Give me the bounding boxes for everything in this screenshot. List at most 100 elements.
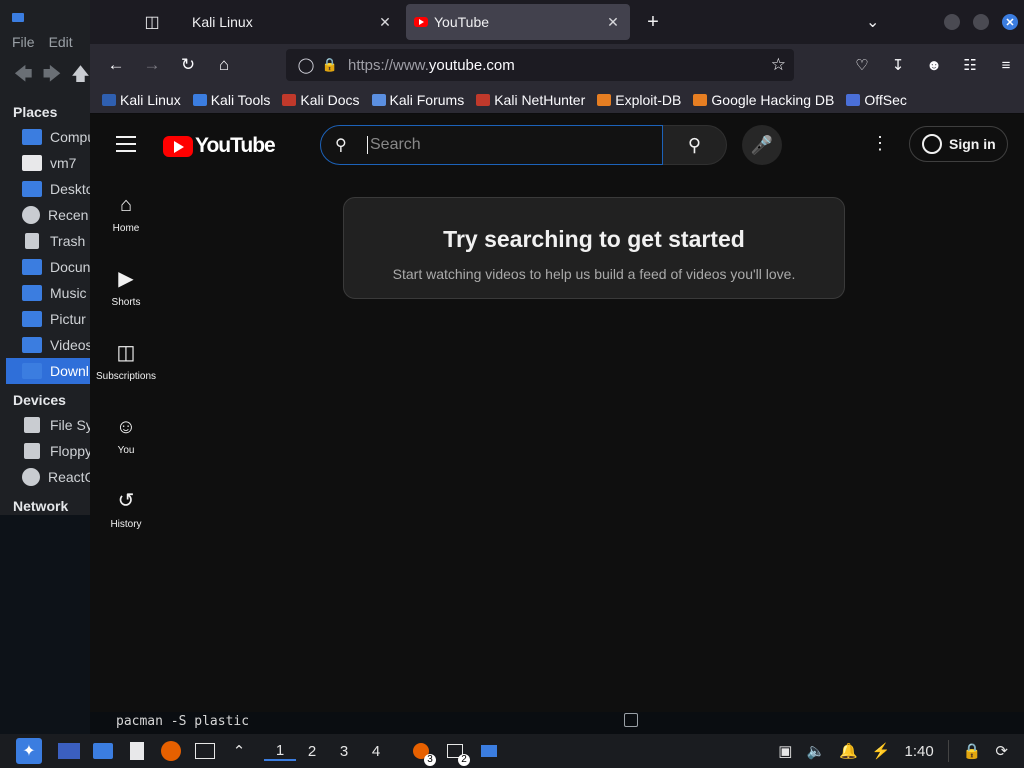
computer-icon — [22, 129, 42, 145]
lock-icon[interactable]: 🔒 — [320, 57, 340, 73]
place-trash[interactable]: Trash — [0, 228, 95, 254]
home-icon[interactable]: ⌂ — [206, 49, 242, 81]
downloads-icon[interactable]: ↧ — [880, 49, 916, 81]
guide-item-shorts[interactable]: ▶ Shorts — [94, 249, 158, 323]
volume-icon[interactable]: 🔈 — [806, 742, 825, 760]
forward-icon[interactable]: → — [134, 49, 170, 81]
firefox-windows-icon[interactable]: 3 — [406, 736, 436, 766]
bookmark-kali-nethunter[interactable]: Kali NetHunter — [476, 92, 585, 108]
workspace-4[interactable]: 4 — [360, 743, 392, 760]
show-desktop-icon[interactable] — [54, 736, 84, 766]
bookmark-kali-tools[interactable]: Kali Tools — [192, 92, 270, 108]
youtube-logo[interactable]: YouTube — [163, 134, 276, 158]
place-desktop[interactable]: Deskto — [0, 176, 95, 202]
devices-header: Devices — [13, 392, 66, 408]
bookmark-exploit-db[interactable]: Exploit-DB — [597, 92, 681, 108]
chevron-up-icon[interactable]: ⌃ — [224, 736, 254, 766]
notifications-bell-icon[interactable]: 🔔 — [839, 742, 858, 760]
place-documents[interactable]: Docun — [0, 254, 95, 280]
bookmark-offsec[interactable]: OffSec — [846, 92, 907, 108]
device-floppy[interactable]: Floppy — [0, 438, 95, 464]
workspace-3[interactable]: 3 — [328, 743, 360, 760]
place-videos[interactable]: Videos — [0, 332, 95, 358]
guide-item-history[interactable]: ↺ History — [94, 471, 158, 545]
offsec-icon — [846, 93, 861, 106]
new-tab-icon[interactable]: + — [638, 7, 668, 37]
history-icon: ↺ — [117, 490, 135, 512]
device-filesystem[interactable]: File Sy — [0, 412, 95, 438]
terminal-windows-icon[interactable]: 2 — [440, 736, 470, 766]
folder-icon — [22, 155, 42, 171]
place-vm7[interactable]: vm7 — [0, 150, 95, 176]
back-arrow-icon[interactable]: 🡄 — [14, 62, 33, 92]
menu-hamburger-icon[interactable]: ≡ — [988, 49, 1024, 81]
kali-tools-icon — [192, 93, 207, 106]
logout-icon[interactable]: ⟳ — [995, 742, 1008, 760]
tab-youtube[interactable]: YouTube ✕ — [406, 4, 630, 40]
place-computer[interactable]: Compu — [0, 124, 95, 150]
recent-icon — [22, 206, 40, 224]
place-pictures[interactable]: Pictur — [0, 306, 95, 332]
clock[interactable]: 1:40 — [905, 743, 934, 760]
pocket-icon[interactable]: ♡ — [844, 49, 880, 81]
system-tray: ▣ 🔈 🔔 ⚡ 1:40 🔒 ⟳ — [778, 734, 1024, 768]
up-arrow-icon[interactable]: 🡅 — [71, 62, 90, 92]
guide-menu-icon[interactable] — [116, 136, 136, 152]
back-icon[interactable]: ← — [98, 49, 134, 81]
google-hacking-db-icon — [693, 93, 708, 106]
forward-arrow-icon[interactable]: 🡆 — [43, 62, 62, 92]
kali-menu-icon[interactable]: ✦ — [16, 738, 42, 764]
minimize-button[interactable] — [944, 14, 960, 30]
bookmark-kali-linux[interactable]: Kali Linux — [102, 92, 181, 108]
file-manager-icon[interactable] — [88, 736, 118, 766]
place-music[interactable]: Music — [0, 280, 95, 306]
account-icon[interactable]: ☻ — [916, 49, 952, 81]
voice-search-button[interactable]: 🎤 — [742, 125, 782, 165]
device-reactos[interactable]: ReactO — [0, 464, 95, 490]
guide-item-subscriptions[interactable]: ◫ Subscriptions — [94, 323, 158, 397]
tab-kali-linux[interactable]: Kali Linux ✕ — [178, 4, 402, 40]
place-downloads[interactable]: Downl — [6, 358, 95, 384]
list-all-tabs-icon[interactable]: ◫ — [130, 0, 174, 44]
place-recent[interactable]: Recen — [0, 202, 95, 228]
bookmark-kali-forums[interactable]: Kali Forums — [371, 92, 464, 108]
bookmark-kali-docs[interactable]: Kali Docs — [282, 92, 360, 108]
text-editor-icon[interactable] — [122, 736, 152, 766]
bookmark-star-icon[interactable]: ☆ — [771, 55, 786, 75]
search-input-container[interactable]: ⚲ — [320, 125, 663, 165]
menu-edit[interactable]: Edit — [49, 34, 73, 56]
lock-screen-icon[interactable]: 🔒 — [963, 742, 982, 760]
guide-item-home[interactable]: ⌂ Home — [94, 175, 158, 249]
url-bar[interactable]: ◯ 🔒 https://www.youtube.com ☆ — [286, 49, 794, 81]
menu-file[interactable]: File — [12, 34, 35, 56]
reload-icon[interactable]: ↻ — [170, 49, 206, 81]
copy-icon[interactable] — [624, 713, 638, 727]
file-manager-window-icon[interactable] — [474, 736, 504, 766]
youtube-play-logo-icon — [163, 135, 193, 157]
floppy-icon — [24, 443, 40, 459]
folder-downloads-icon — [22, 363, 42, 379]
search-button[interactable]: ⚲ — [663, 125, 727, 165]
terminal-icon[interactable] — [190, 736, 220, 766]
file-manager-titlebar[interactable] — [0, 0, 95, 34]
tab-close-icon[interactable]: ✕ — [376, 13, 394, 31]
terminal-command: pacman -S plastic — [116, 714, 250, 729]
power-icon[interactable]: ⚡ — [872, 742, 891, 760]
tracking-protection-shield-icon[interactable]: ◯ — [292, 56, 320, 74]
settings-more-icon[interactable]: ⋮ — [870, 133, 890, 154]
workspace-1[interactable]: 1 — [264, 742, 296, 761]
bookmark-google-hacking-db[interactable]: Google Hacking DB — [693, 92, 834, 108]
firefox-icon[interactable] — [156, 736, 186, 766]
screenshot-icon[interactable]: ▣ — [778, 742, 792, 760]
tab-close-icon[interactable]: ✕ — [604, 13, 622, 31]
window-count-badge: 2 — [458, 754, 470, 766]
workspace-2[interactable]: 2 — [296, 743, 328, 760]
maximize-button[interactable] — [973, 14, 989, 30]
extensions-icon[interactable]: ☷ — [952, 49, 988, 81]
trash-icon — [25, 233, 39, 249]
search-input[interactable] — [367, 136, 647, 154]
chevron-down-icon[interactable]: ⌄ — [866, 12, 879, 32]
sign-in-button[interactable]: Sign in — [909, 126, 1008, 162]
guide-item-you[interactable]: ☺ You — [94, 397, 158, 471]
close-window-button[interactable]: ✕ — [1002, 14, 1018, 30]
